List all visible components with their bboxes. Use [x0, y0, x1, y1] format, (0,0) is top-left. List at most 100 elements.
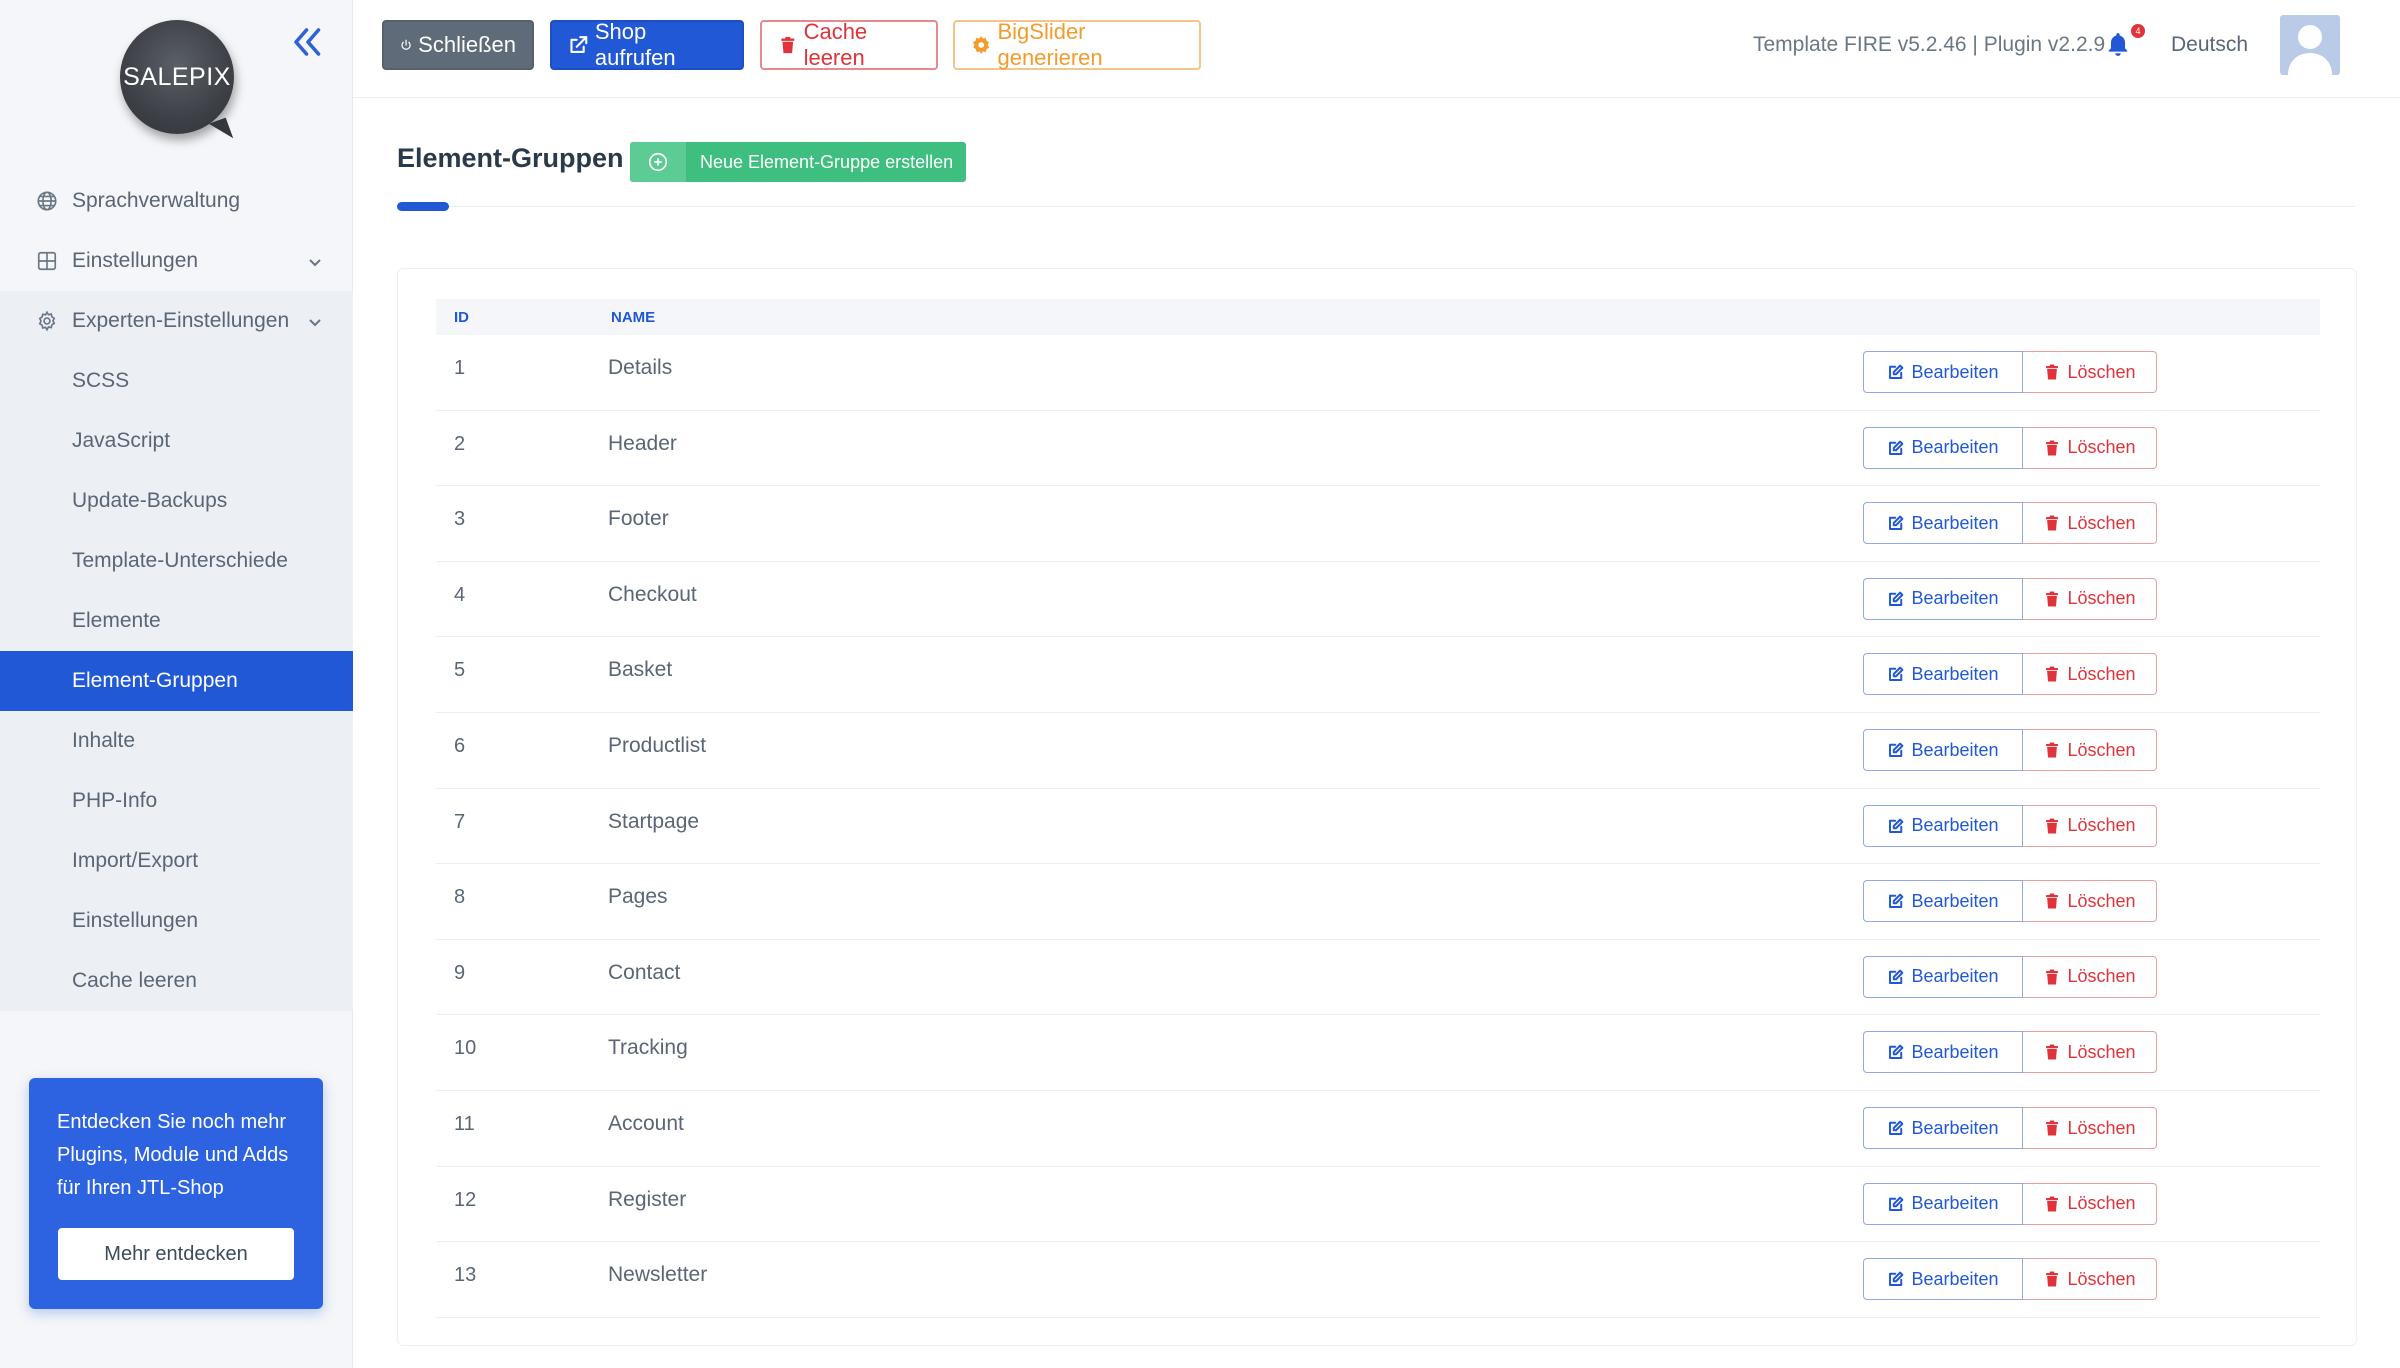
row-actions: Bearbeiten Löschen [1863, 502, 2157, 545]
sidebar-item-php-info[interactable]: PHP-Info [0, 771, 353, 831]
sidebar-item-label: Import/Export [72, 849, 199, 872]
sidebar-item-update-backups[interactable]: Update-Backups [0, 471, 353, 531]
delete-button[interactable]: Löschen [2023, 351, 2157, 393]
row-name: Account [608, 1112, 684, 1135]
trash-icon [781, 36, 795, 54]
experten-group: Experten-Einstellungen SCSS JavaScript U… [0, 291, 353, 1011]
sidebar-item-einstellungen[interactable]: Einstellungen [0, 231, 353, 291]
delete-button[interactable]: Löschen [2023, 502, 2157, 545]
table-row: 8 Pages Bearbeiten Löschen [436, 864, 2320, 940]
page-title: Element-Gruppen [397, 143, 624, 173]
delete-button[interactable]: Löschen [2023, 955, 2157, 998]
row-id: 2 [454, 432, 466, 455]
edit-button[interactable]: Bearbeiten [1863, 1107, 2023, 1149]
title-divider [397, 206, 2355, 207]
edit-button[interactable]: Bearbeiten [1863, 1031, 2023, 1074]
collapse-sidebar-icon[interactable] [290, 24, 326, 60]
sidebar-item-template-unterschiede[interactable]: Template-Unterschiede [0, 531, 353, 591]
edit-button[interactable]: Bearbeiten [1863, 577, 2023, 620]
sidebar-item-label: SCSS [72, 369, 130, 392]
delete-button[interactable]: Löschen [2023, 1258, 2157, 1301]
edit-label: Bearbeiten [1911, 966, 1999, 987]
edit-label: Bearbeiten [1911, 1268, 1999, 1289]
edit-label: Bearbeiten [1911, 663, 1999, 684]
table-row: 9 Contact Bearbeiten Löschen [436, 940, 2320, 1016]
delete-button[interactable]: Löschen [2023, 804, 2157, 847]
edit-label: Bearbeiten [1911, 361, 1999, 382]
chevron-down-icon [307, 252, 323, 268]
delete-label: Löschen [2067, 1117, 2136, 1138]
avatar[interactable] [2280, 15, 2340, 75]
edit-button[interactable]: Bearbeiten [1863, 804, 2023, 847]
sidebar-nav: Sprachverwaltung Einstellungen Experten-… [0, 171, 353, 1011]
row-actions: Bearbeiten Löschen [1863, 1182, 2157, 1225]
edit-button[interactable]: Bearbeiten [1863, 351, 2023, 393]
close-button[interactable]: Schließen [382, 20, 534, 70]
row-name: Contact [608, 960, 681, 984]
promo-box: Entdecken Sie noch mehr Plugins, Module … [29, 1078, 323, 1309]
edit-button[interactable]: Bearbeiten [1863, 1258, 2023, 1301]
sidebar-item-scss[interactable]: SCSS [0, 351, 353, 411]
sidebar-item-import-export[interactable]: Import/Export [0, 831, 353, 891]
row-id: 11 [454, 1113, 475, 1135]
sidebar-item-sprachverwaltung[interactable]: Sprachverwaltung [0, 171, 353, 231]
element-groups-table: ID NAME 1 Details Bearbeiten Löschen 2 Header… [397, 268, 2357, 1346]
row-id: 8 [454, 886, 466, 909]
trash-icon [2046, 515, 2059, 531]
sidebar-item-label: JavaScript [72, 429, 171, 452]
delete-button[interactable]: Löschen [2023, 1031, 2157, 1074]
language-selector[interactable]: Deutsch [2171, 33, 2248, 57]
table-header: ID NAME [436, 299, 2320, 335]
close-label: Schließen [418, 32, 516, 57]
delete-button[interactable]: Löschen [2023, 426, 2157, 469]
sidebar-item-label: Element-Gruppen [72, 669, 238, 692]
delete-button[interactable]: Löschen [2023, 653, 2157, 696]
delete-button[interactable]: Löschen [2023, 880, 2157, 923]
row-id: 10 [454, 1037, 477, 1060]
edit-button[interactable]: Bearbeiten [1863, 653, 2023, 696]
edit-icon [1889, 667, 1904, 682]
mehr-entdecken-button[interactable]: Mehr entdecken [58, 1228, 294, 1280]
table-row: 3 Footer Bearbeiten Löschen [436, 486, 2320, 562]
clear-cache-button[interactable]: Cache leeren [760, 19, 938, 70]
sidebar-item-cache-leeren[interactable]: Cache leeren [0, 951, 353, 1011]
sidebar-item-javascript[interactable]: JavaScript [0, 411, 353, 471]
delete-button[interactable]: Löschen [2023, 1107, 2157, 1149]
row-actions: Bearbeiten Löschen [1863, 955, 2157, 998]
edit-label: Bearbeiten [1911, 739, 1999, 760]
delete-label: Löschen [2067, 1193, 2136, 1214]
row-actions: Bearbeiten Löschen [1863, 880, 2157, 923]
salepix-logo[interactable]: SALEPIX [120, 20, 234, 134]
sidebar-item-label: Elemente [72, 609, 161, 632]
trash-icon [2046, 1120, 2059, 1136]
edit-icon [1889, 969, 1904, 984]
sidebar-item-elemente[interactable]: Elemente [0, 591, 353, 651]
sidebar-item-experten-einstellungen[interactable]: Experten-Einstellungen [0, 291, 353, 351]
row-actions: Bearbeiten Löschen [1863, 1031, 2157, 1074]
bigslider-button[interactable]: BigSlider generieren [953, 19, 1201, 70]
new-element-group-button[interactable]: Neue Element-Gruppe erstellen [630, 142, 966, 182]
trash-icon [2046, 818, 2059, 834]
table-row: 13 Newsletter Bearbeiten Löschen [436, 1242, 2320, 1318]
sidebar-item-einstellungen-sub[interactable]: Einstellungen [0, 891, 353, 951]
edit-button[interactable]: Bearbeiten [1863, 502, 2023, 545]
bell-icon[interactable] [2105, 30, 2131, 58]
delete-button[interactable]: Löschen [2023, 1182, 2157, 1225]
delete-button[interactable]: Löschen [2023, 729, 2157, 771]
sidebar-item-element-gruppen[interactable]: Element-Gruppen [0, 651, 353, 711]
sidebar-item-inhalte[interactable]: Inhalte [0, 711, 353, 771]
sidebar-item-label: Experten-Einstellungen [72, 309, 290, 332]
table-row: 12 Register Bearbeiten Löschen [436, 1167, 2320, 1243]
edit-button[interactable]: Bearbeiten [1863, 729, 2023, 771]
delete-button[interactable]: Löschen [2023, 577, 2157, 620]
edit-button[interactable]: Bearbeiten [1863, 426, 2023, 469]
sidebar-item-label: Einstellungen [72, 909, 199, 932]
column-header-name: NAME [611, 309, 656, 326]
delete-label: Löschen [2067, 890, 2136, 911]
edit-button[interactable]: Bearbeiten [1863, 955, 2023, 998]
edit-button[interactable]: Bearbeiten [1863, 880, 2023, 923]
shop-button[interactable]: Shop aufrufen [550, 19, 744, 70]
grid-icon [36, 250, 58, 272]
edit-button[interactable]: Bearbeiten [1863, 1182, 2023, 1225]
row-name: Tracking [608, 1036, 688, 1060]
